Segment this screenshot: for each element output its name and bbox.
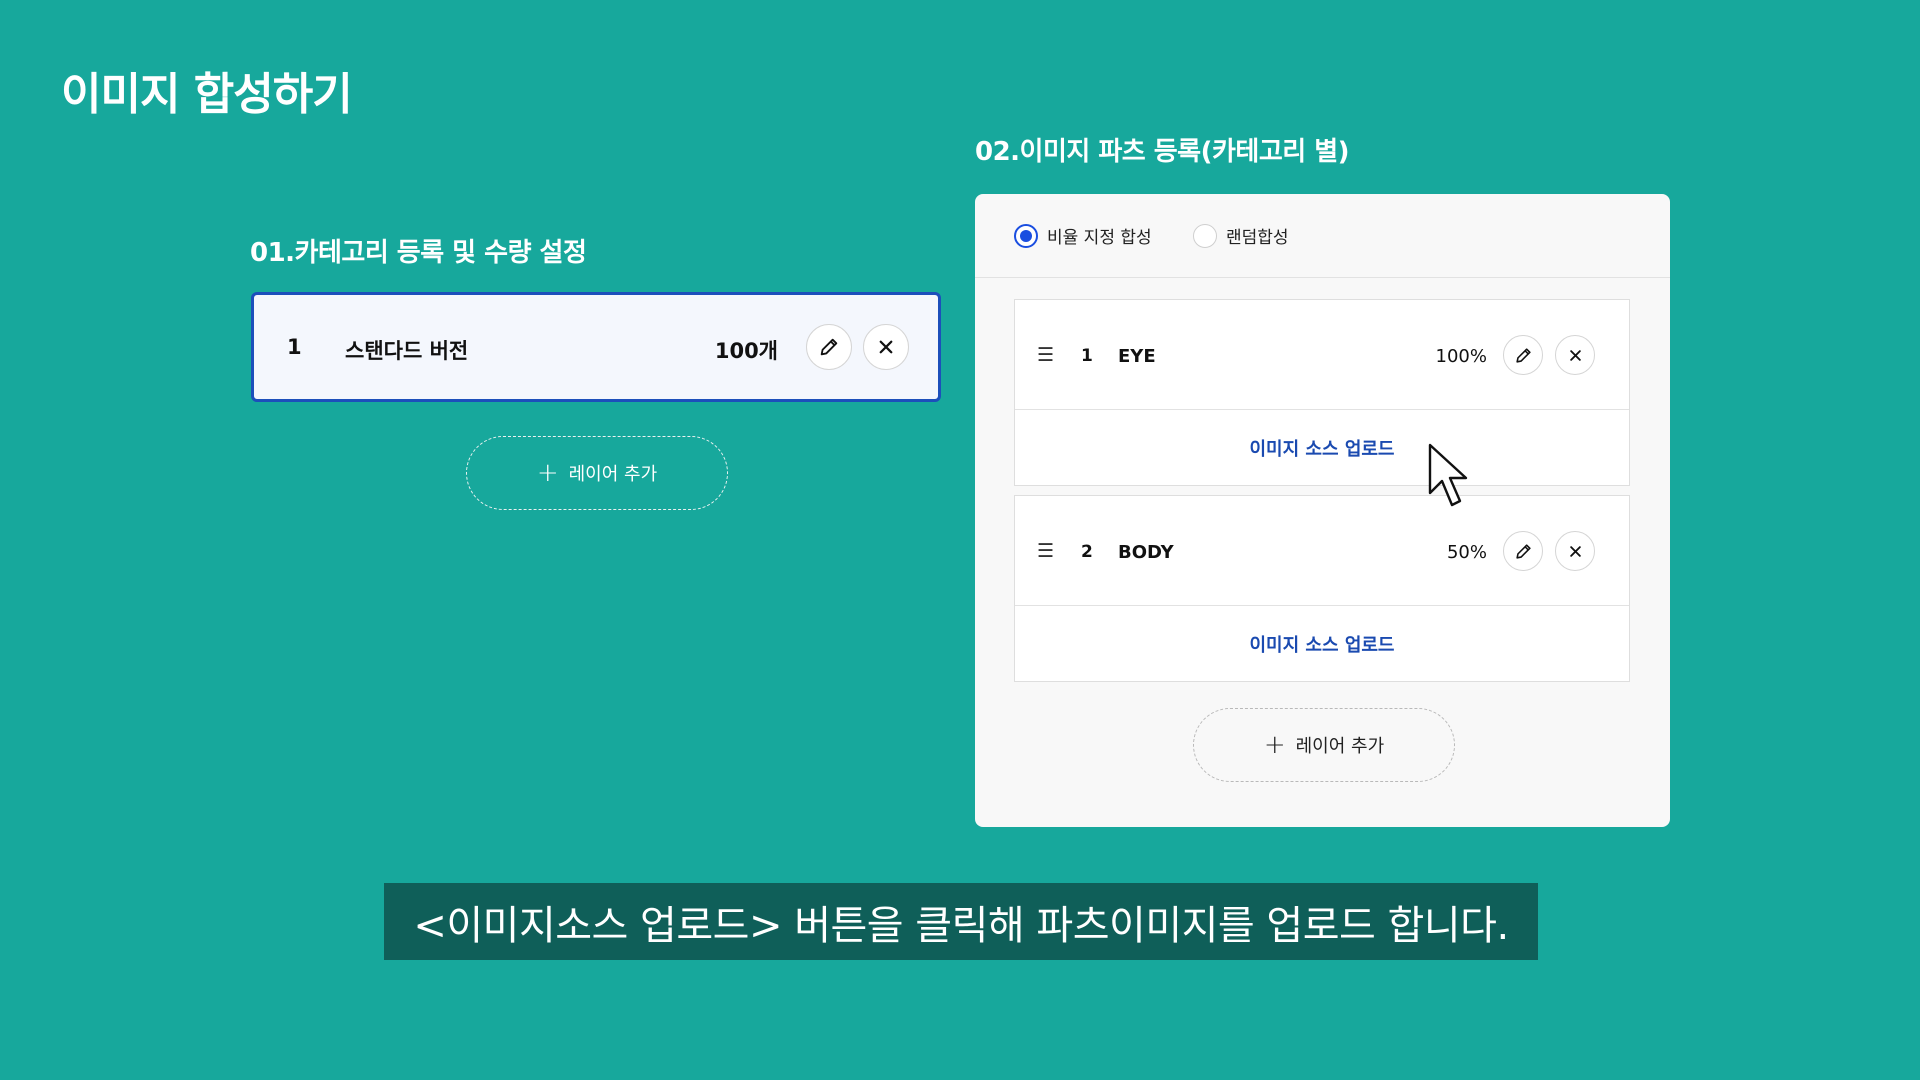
category-card[interactable]: 1 스탠다드 버전 100개 [251,292,941,402]
pencil-icon [1515,347,1531,363]
image-upload-button[interactable]: 이미지 소스 업로드 [1015,410,1629,486]
drag-handle-icon[interactable]: ☰ [1037,540,1054,562]
drag-handle-icon[interactable]: ☰ [1037,344,1054,366]
plus-icon: + [536,458,559,488]
add-layer-button[interactable]: + 레이어 추가 [466,436,728,510]
add-layer-label: 레이어 추가 [568,464,658,485]
part-edit-button[interactable] [1503,335,1543,375]
part-name: EYE [1118,346,1156,367]
part-percent: 50% [1446,542,1487,563]
part-header: ☰ 2 BODY 50% [1015,496,1629,606]
category-quantity: 100개 [714,339,778,363]
part-delete-button[interactable] [1555,531,1595,571]
part-item: ☰ 2 BODY 50% 이미지 소스 업로드 [1014,495,1630,682]
part-index: 2 [1081,542,1093,562]
category-index: 1 [287,335,302,359]
close-icon [1569,545,1581,557]
section1-heading: 01.카테고리 등록 및 수량 설정 [250,238,587,268]
category-edit-button[interactable] [806,324,852,370]
radio-random-mode[interactable]: 랜덤합성 [1193,223,1289,248]
image-upload-button[interactable]: 이미지 소스 업로드 [1015,606,1629,682]
part-edit-button[interactable] [1503,531,1543,571]
part-item: ☰ 1 EYE 100% 이미지 소스 업로드 [1014,299,1630,486]
caption-banner: <이미지소스 업로드> 버튼을 클릭해 파츠이미지를 업로드 합니다. [384,883,1538,960]
close-icon [1569,349,1581,361]
part-name: BODY [1118,542,1174,563]
category-delete-button[interactable] [863,324,909,370]
part-header: ☰ 1 EYE 100% [1015,300,1629,410]
section2-heading: 02.이미지 파츠 등록(카테고리 별) [975,137,1350,167]
radio-label: 비율 지정 합성 [1047,228,1152,248]
part-index: 1 [1081,346,1093,366]
radio-selected-icon [1014,223,1038,248]
mode-radio-group: 비율 지정 합성 랜덤합성 [975,194,1670,278]
pencil-icon [820,338,838,356]
radio-ratio-mode[interactable]: 비율 지정 합성 [1014,223,1152,248]
pencil-icon [1515,543,1531,559]
plus-icon: + [1263,730,1286,760]
close-icon [879,340,893,354]
part-delete-button[interactable] [1555,335,1595,375]
page-title: 이미지 합성하기 [61,69,353,120]
part-percent: 100% [1435,346,1487,367]
add-layer-button[interactable]: + 레이어 추가 [1193,708,1455,782]
radio-unselected-icon [1193,223,1217,248]
radio-label: 랜덤합성 [1226,228,1289,248]
add-layer-label: 레이어 추가 [1295,736,1385,757]
category-name: 스탠다드 버전 [345,339,469,363]
parts-panel: 비율 지정 합성 랜덤합성 ☰ 1 EYE 100% 이미지 소스 업로드 ☰ … [975,194,1670,827]
